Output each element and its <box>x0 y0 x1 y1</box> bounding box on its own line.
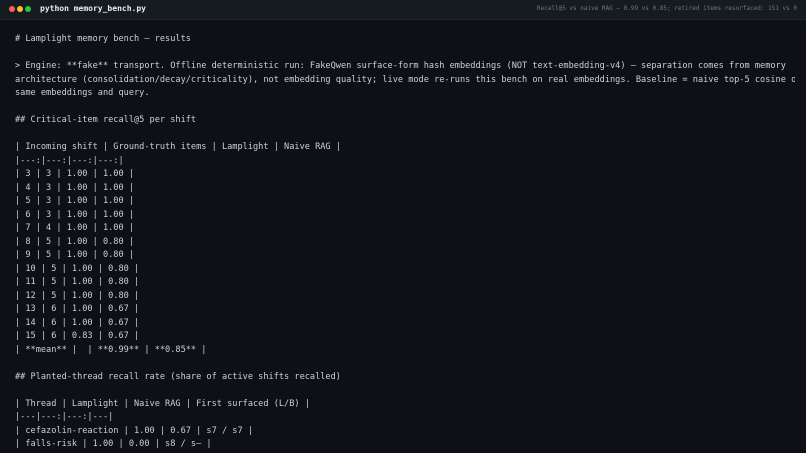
output-line: | falls-risk | 1.00 | 0.00 | s8 / s— | <box>15 439 212 449</box>
output-line: | Thread | Lamplight | Naive RAG | First… <box>15 398 310 409</box>
output-line: | 12 | 5 | 1.00 | 0.80 | <box>15 290 140 301</box>
output-line: | Incoming shift | Ground-truth items | … <box>15 142 341 152</box>
output-line: | 14 | 6 | 1.00 | 0.67 | <box>15 317 140 328</box>
output-line: | 7 | 4 | 1.00 | 1.00 | <box>15 223 134 233</box>
close-button[interactable] <box>9 6 15 12</box>
status-summary: Recall@5 vs naive RAG — 0.99 vs 0.85; re… <box>536 5 797 12</box>
terminal-window: python memory_bench.py Recall@5 vs naive… <box>0 0 806 453</box>
output-line: | 3 | 3 | 1.00 | 1.00 | <box>15 169 134 179</box>
output-line: ## Planted-thread recall rate (share of … <box>15 371 341 382</box>
terminal-output[interactable]: # Lamplight memory bench — results > Engi… <box>15 33 795 452</box>
output-line: |---|---:|---:|---| <box>15 412 114 422</box>
output-line: | 9 | 5 | 1.00 | 0.80 | <box>15 250 134 260</box>
output-line: same embeddings and query. <box>15 88 150 98</box>
maximize-button[interactable] <box>25 6 31 12</box>
minimize-button[interactable] <box>17 6 23 12</box>
output-line: | 4 | 3 | 1.00 | 1.00 | <box>15 182 134 193</box>
output-line: | 8 | 5 | 1.00 | 0.80 | <box>15 236 134 247</box>
output-line: | 15 | 6 | 0.83 | 0.67 | <box>15 331 140 341</box>
output-line: | 10 | 5 | 1.00 | 0.80 | <box>15 263 140 274</box>
output-line: | 6 | 3 | 1.00 | 1.00 | <box>15 209 134 220</box>
output-line: | 13 | 6 | 1.00 | 0.67 | <box>15 304 140 314</box>
output-line: |---:|---:|---:|---:| <box>15 155 124 166</box>
output-line: ## Critical-item recall@5 per shift <box>15 115 197 125</box>
output-line: > Engine: **fake** transport. Offline de… <box>15 61 786 71</box>
output-line: | 11 | 5 | 1.00 | 0.80 | <box>15 277 140 287</box>
title-bar: python memory_bench.py Recall@5 vs naive… <box>0 0 806 20</box>
output-line: architecture (consolidation/decay/critic… <box>15 74 795 85</box>
output-line: | 5 | 3 | 1.00 | 1.00 | <box>15 196 134 206</box>
window-title: python memory_bench.py <box>40 4 146 13</box>
output-line: | **mean** | | **0.99** | **0.85** | <box>15 344 207 355</box>
output-line: | cefazolin-reaction | 1.00 | 0.67 | s7 … <box>15 425 253 436</box>
output-line: # Lamplight memory bench — results <box>15 34 191 44</box>
